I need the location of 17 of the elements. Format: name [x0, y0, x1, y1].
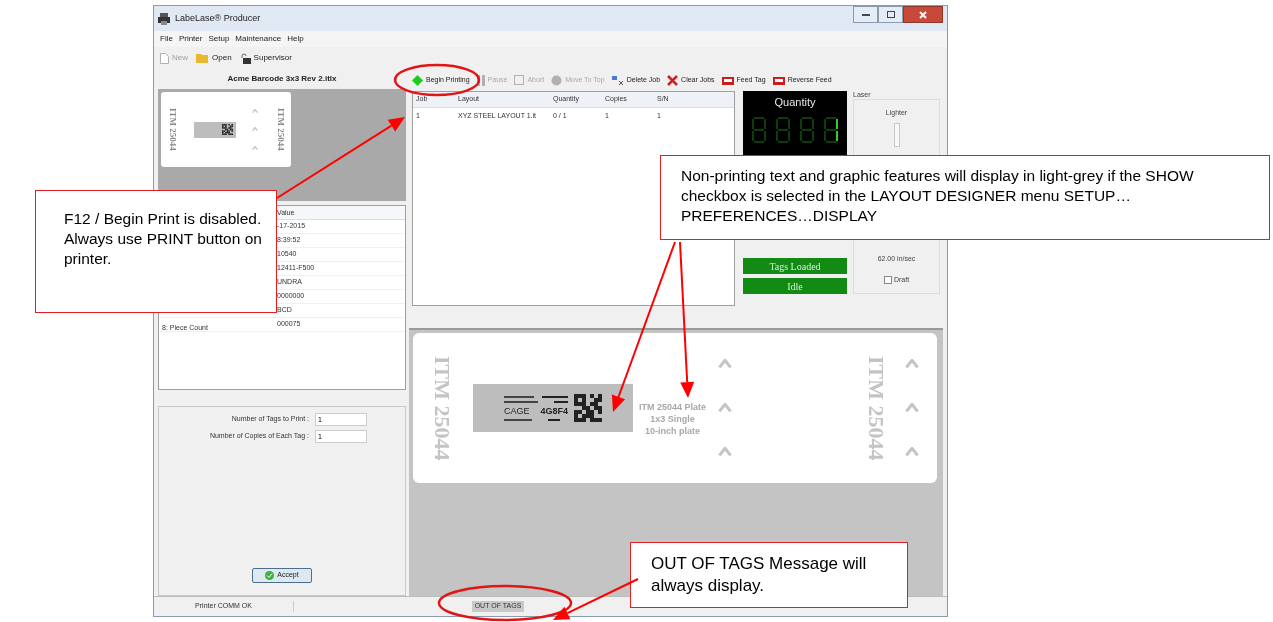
cage-code: 4G8F4 — [540, 406, 568, 416]
plate-text: 10-inch plate — [645, 425, 701, 437]
layout-title: Acme Barcode 3x3 Rev 2.itlx — [226, 73, 338, 85]
tag-label: ITM 25044 — [274, 108, 287, 151]
callout-tooltip: Non-printing text and graphic features will display in light-grey if the SHOW checkbox is selected in the LAYOUT DESIGNER menu SETUP…PREFERENCES…DISPLAY — [660, 155, 1270, 240]
window-title: LabeLase® Producer — [175, 11, 261, 25]
plate-text: ITM 25044 Plate — [639, 401, 707, 413]
plate-text: 1x3 Single — [650, 413, 695, 425]
status-indicator: Idle — [743, 278, 847, 294]
display-title: Quantity — [774, 95, 816, 110]
callout-tooltip: OUT OF TAGS Message will always display. — [630, 542, 908, 608]
tag-label: ITM 25044 — [166, 108, 179, 151]
cage-label: CAGE — [504, 406, 530, 416]
tag-label: ITM 25044 — [865, 355, 887, 461]
status-indicator: Tags Loaded — [743, 258, 847, 274]
callout-tooltip: F12 / Begin Print is disabled. Always use PRINT button on printer. — [35, 190, 277, 313]
tag-label: ITM 25044 — [431, 355, 453, 461]
